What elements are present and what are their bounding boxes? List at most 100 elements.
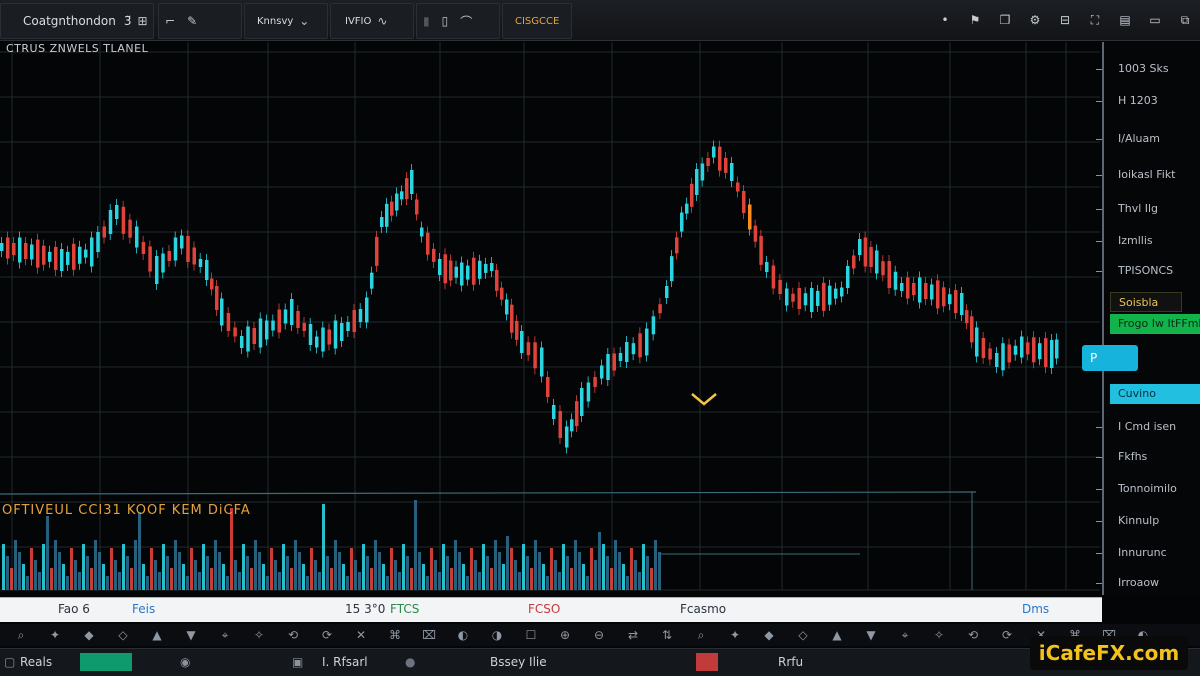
tool-icon[interactable]: ✦ [728, 628, 742, 642]
refresh-icon[interactable]: ◉ [180, 653, 190, 671]
status-item[interactable]: Rrfu [778, 653, 803, 671]
tool-icon[interactable]: ⟳ [320, 628, 334, 642]
tool-icon[interactable]: ▼ [184, 628, 198, 642]
volume-bar [570, 568, 573, 590]
fullscreen-icon[interactable]: ⧉ [1170, 13, 1200, 28]
alert-button[interactable]: CISGCCE [502, 3, 572, 39]
candle [970, 316, 974, 343]
tool-icon[interactable]: ⟲ [966, 628, 980, 642]
candle [180, 235, 184, 249]
volume-bar [14, 540, 17, 590]
camera-icon[interactable]: ⛶ [1080, 13, 1110, 28]
pin-icon[interactable]: ⚑ [960, 13, 990, 27]
timeframe-button[interactable]: IVFIO ∿ [330, 3, 414, 39]
indicators-button[interactable]: Knnsvy ⌄ [244, 3, 328, 39]
status-item[interactable]: Bssey Ilie [490, 653, 547, 671]
volume-bar [26, 576, 29, 590]
volume-bar [170, 568, 173, 590]
chart-pane[interactable]: CTRUS ZNWELS TLANEL OFTIVEUL CCI31 KOOF … [0, 42, 1100, 595]
price-label: TPISONCS [1096, 264, 1200, 280]
tool-icon[interactable]: ⟲ [286, 628, 300, 642]
cursor-marker [691, 393, 717, 406]
price-badge-green: Frogo Iw ItFFmL [1110, 314, 1200, 334]
tool-icon[interactable]: ⌘ [388, 628, 402, 642]
candle [700, 163, 705, 181]
candle [220, 298, 224, 326]
line-tool-icon[interactable]: ⌐ [165, 14, 175, 28]
volume-bar [638, 572, 641, 590]
tool-icon[interactable]: ◑ [490, 628, 504, 642]
tool-icon[interactable]: ⟳ [1000, 628, 1014, 642]
volume-bar [438, 572, 441, 590]
volume-bar [162, 544, 165, 590]
tool-icon[interactable]: ◆ [82, 628, 96, 642]
volume-bar [646, 556, 649, 590]
status-item[interactable]: Reals [20, 653, 52, 671]
layout-icon[interactable]: ⊟ [1050, 13, 1080, 27]
tool-icon[interactable]: ▲ [830, 628, 844, 642]
candle [135, 226, 139, 248]
tool-icon[interactable]: ◇ [116, 628, 130, 642]
tool-icon[interactable]: ⊕ [558, 628, 572, 642]
tool-icon[interactable]: ⇅ [660, 628, 674, 642]
candle [975, 327, 979, 357]
tool-icon[interactable]: ▲ [150, 628, 164, 642]
candle [695, 169, 699, 195]
tool-icon[interactable]: ⌕ [694, 628, 708, 643]
candle [520, 331, 524, 353]
compare-icon[interactable]: ⊞ [137, 14, 147, 28]
symbol-selector[interactable]: Coatgnthondon 3̈ ⊞ [0, 3, 154, 39]
grid-icon[interactable]: ▤ [1110, 13, 1140, 27]
tool-icon[interactable]: ⌕ [14, 628, 28, 643]
candle [785, 288, 789, 306]
settings-icon[interactable]: ⚙ [1020, 13, 1050, 27]
tool-icon[interactable]: ⌖ [898, 628, 912, 643]
volume-bar [658, 552, 661, 590]
tool-icon[interactable]: ⊖ [592, 628, 606, 642]
volume-bar [442, 544, 445, 590]
tool-icon[interactable]: ☐ [524, 628, 538, 642]
tool-icon[interactable]: ✧ [252, 628, 266, 642]
brush-icon[interactable]: ✎ [187, 14, 197, 28]
window-icon[interactable]: ▭ [1140, 13, 1170, 27]
time-label: 15 3°0 [345, 602, 386, 616]
candle [670, 256, 674, 282]
candle [730, 163, 734, 181]
candle [108, 210, 113, 234]
tool-icon[interactable]: ▼ [864, 628, 878, 642]
candle [277, 309, 281, 333]
layout-button[interactable]: ▮ ▯ ⌒ [416, 3, 500, 39]
tool-icon[interactable]: ✦ [48, 628, 62, 642]
volume-bar [62, 564, 65, 590]
candle [863, 237, 868, 267]
volume-bar [422, 564, 425, 590]
save-icon[interactable]: ❐ [990, 13, 1020, 27]
tool-icon[interactable]: ◐ [456, 628, 470, 642]
volume-bar [526, 556, 529, 590]
tool-icon[interactable]: ⌧ [422, 628, 436, 642]
candle [570, 419, 574, 432]
volume-bar [310, 548, 313, 590]
candle [128, 219, 132, 238]
volume-bar [414, 500, 417, 590]
volume-bar [254, 540, 257, 590]
current-price-marker[interactable]: P [1082, 345, 1138, 371]
indicators-label: Knnsvy [257, 15, 294, 27]
volume-bar [358, 572, 361, 590]
tool-icon[interactable]: ◇ [796, 628, 810, 642]
tool-icon[interactable]: ⌖ [218, 628, 232, 643]
tool-icon[interactable]: ⇄ [626, 628, 640, 642]
tool-icon[interactable]: ✧ [932, 628, 946, 642]
time-axis[interactable]: Fao 6 Feis 15 3°0 FTCS FCSO Fcasmo Dms [0, 597, 1102, 622]
tool-icon[interactable]: ✕ [354, 628, 368, 642]
candle [60, 249, 64, 271]
dot-icon[interactable]: • [930, 13, 960, 27]
price-scale[interactable]: 1003 Sks H 1203 I/Aluam Ioikasl Fikt Thv… [1096, 42, 1200, 595]
status-item[interactable]: I. Rfsarl [322, 653, 368, 671]
alert-bell-icon: ⌒ [460, 14, 473, 29]
tool-icon[interactable]: ◆ [762, 628, 776, 642]
drawing-tools-group[interactable]: ⌐ ✎ [158, 3, 242, 39]
candle [869, 247, 873, 267]
time-label: Fao 6 [58, 602, 90, 616]
candle [765, 262, 769, 272]
